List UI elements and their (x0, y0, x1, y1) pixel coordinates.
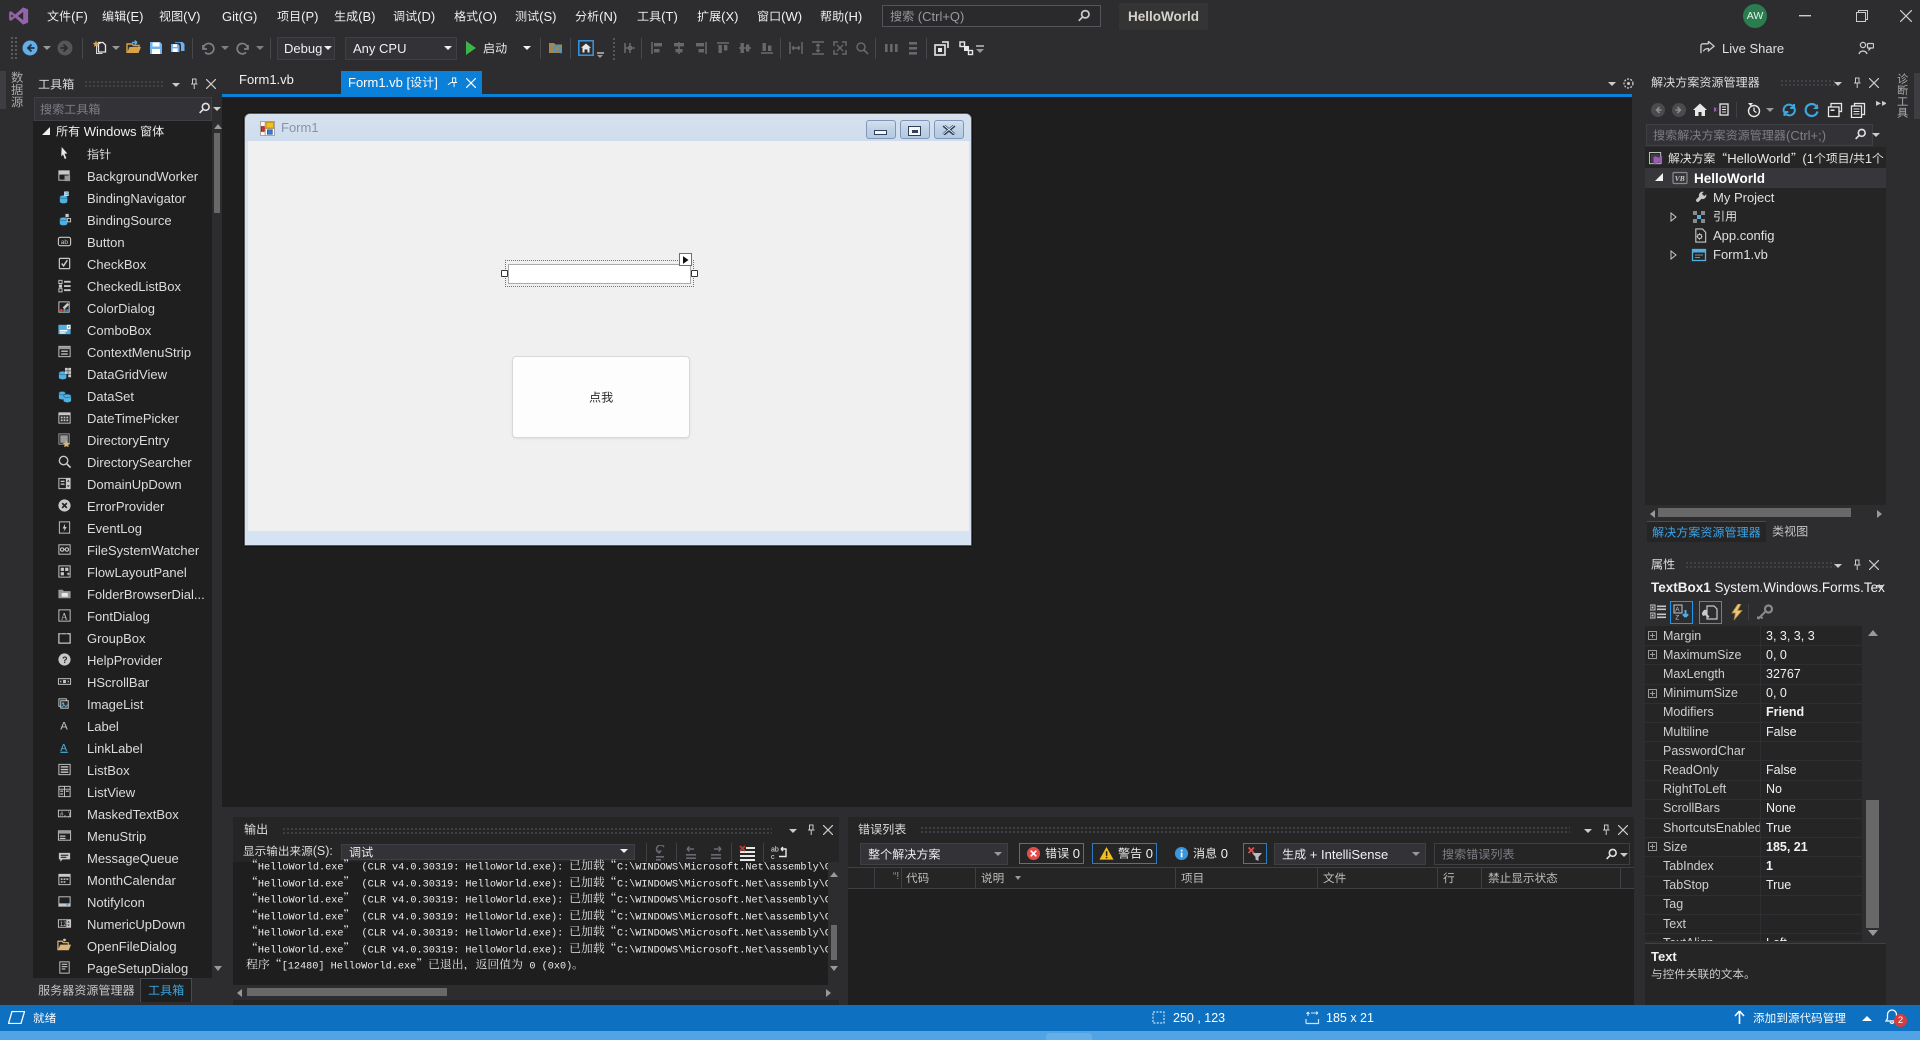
svg-text:12: 12 (60, 921, 67, 928)
svg-text:ab: ab (61, 239, 69, 246)
svg-text:A: A (1675, 607, 1680, 614)
svg-text:A: A (61, 612, 68, 622)
svg-text:VB: VB (1675, 174, 1685, 183)
svg-text:#,): #,) (60, 811, 71, 818)
svg-text:ab: ab (771, 847, 779, 854)
svg-text:A: A (60, 721, 68, 733)
svg-text:Z: Z (1675, 615, 1679, 622)
svg-text:?: ? (62, 655, 67, 665)
